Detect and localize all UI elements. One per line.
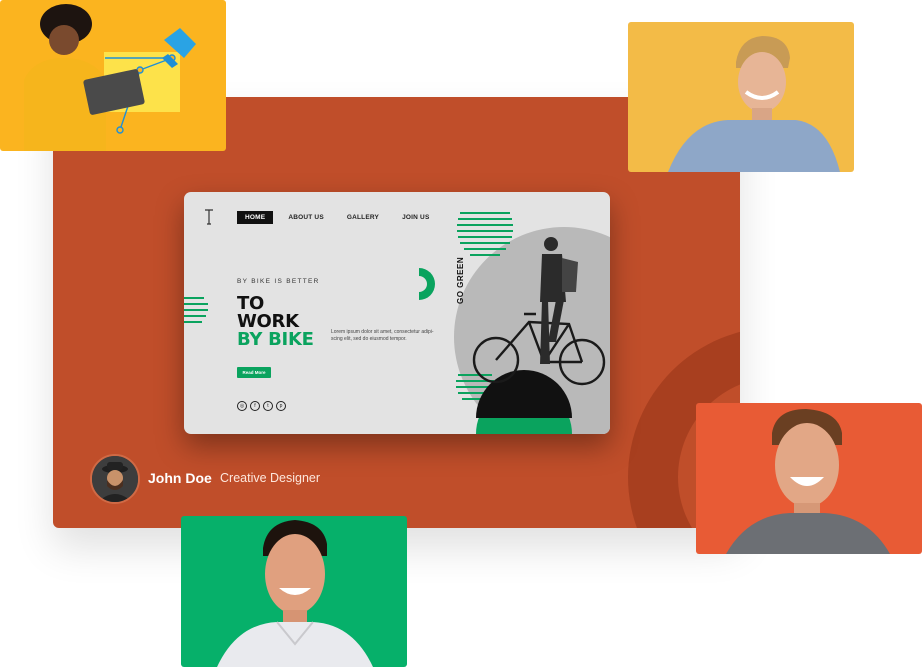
avatar-portrait-icon xyxy=(92,456,138,502)
photo-young-man xyxy=(628,22,854,172)
smiling-man-illustration xyxy=(726,409,890,554)
profile-role: Creative Designer xyxy=(220,471,321,485)
social-icons: ◎ f t p xyxy=(237,401,286,411)
brand-logo-icon[interactable] xyxy=(204,208,214,226)
nav-home[interactable]: HOME xyxy=(237,211,274,224)
facebook-icon[interactable]: f xyxy=(250,401,260,411)
website-mockup[interactable]: HOME ABOUT US GALLERY JOIN US BY BIKE IS… xyxy=(184,192,610,434)
instagram-icon[interactable]: ◎ xyxy=(237,401,247,411)
mockup-body-text: Lorem ipsum dolor sit amet, consectetur … xyxy=(331,329,434,342)
photo-man-shirt xyxy=(181,516,407,667)
nav-about-us[interactable]: ABOUT US xyxy=(280,211,332,224)
profile-name: John Doe xyxy=(148,470,212,486)
mockup-kicker: BY BIKE IS BETTER xyxy=(237,278,320,285)
pinterest-icon[interactable]: p xyxy=(276,401,286,411)
nav-join-us[interactable]: JOIN US xyxy=(394,211,437,224)
twitter-icon[interactable]: t xyxy=(263,401,273,411)
read-more-button[interactable]: Read More xyxy=(237,367,271,378)
young-man-illustration xyxy=(668,36,840,172)
photo-woman-laptop xyxy=(0,0,226,151)
photo-smiling-man xyxy=(696,403,922,554)
man-shirt-illustration xyxy=(217,520,373,667)
vertical-tagline: GO GREEN xyxy=(456,256,465,304)
headline-line-3: BY BIKE xyxy=(237,329,314,350)
nav-gallery[interactable]: GALLERY xyxy=(339,211,387,224)
mockup-nav: HOME ABOUT US GALLERY JOIN US xyxy=(237,211,445,224)
avatar[interactable] xyxy=(90,454,140,504)
woman-laptop-illustration xyxy=(24,4,196,151)
